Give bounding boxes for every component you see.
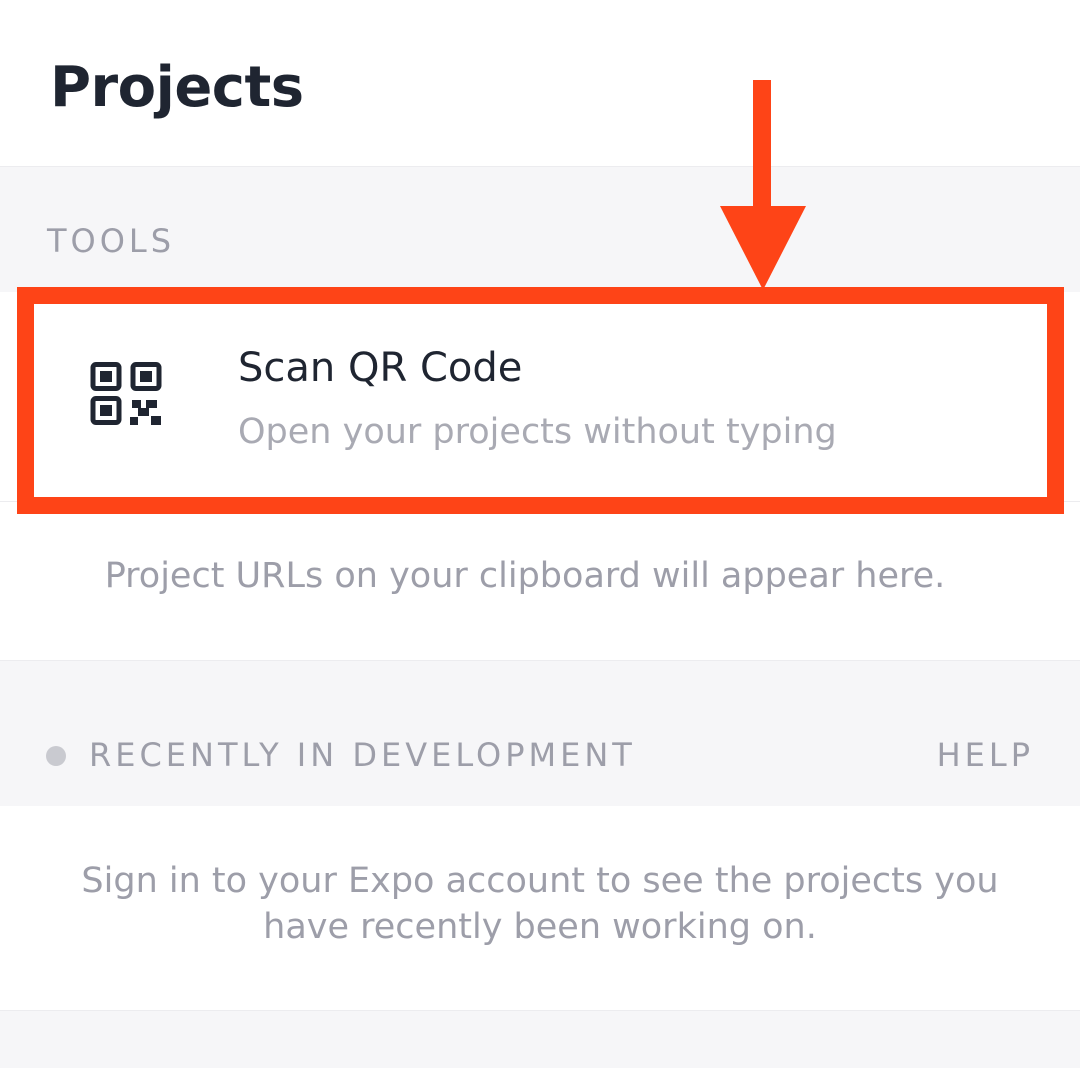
help-link[interactable]: HELP xyxy=(937,735,1034,775)
tools-section-label: TOOLS xyxy=(47,222,176,260)
qr-code-icon xyxy=(90,362,162,425)
recent-section-label: RECENTLY IN DEVELOPMENT xyxy=(89,736,636,774)
header: Projects xyxy=(0,0,1080,166)
status-dot-icon xyxy=(46,746,66,766)
clipboard-message: Project URLs on your clipboard will appe… xyxy=(104,556,946,596)
clipboard-area: Project URLs on your clipboard will appe… xyxy=(0,502,1080,660)
tools-section-header: TOOLS xyxy=(0,166,1080,292)
recent-section-header: RECENTLY IN DEVELOPMENT HELP xyxy=(0,660,1080,806)
scan-qr-subtitle: Open your projects without typing xyxy=(238,412,837,452)
scan-qr-title: Scan QR Code xyxy=(238,345,523,391)
scan-qr-code-item[interactable]: Scan QR Code Open your projects without … xyxy=(0,292,1080,502)
page-title: Projects xyxy=(50,55,304,120)
signin-message: Sign in to your Expo account to see the … xyxy=(81,861,999,947)
signin-area: Sign in to your Expo account to see the … xyxy=(0,806,1080,1010)
bottom-section xyxy=(0,1010,1080,1068)
